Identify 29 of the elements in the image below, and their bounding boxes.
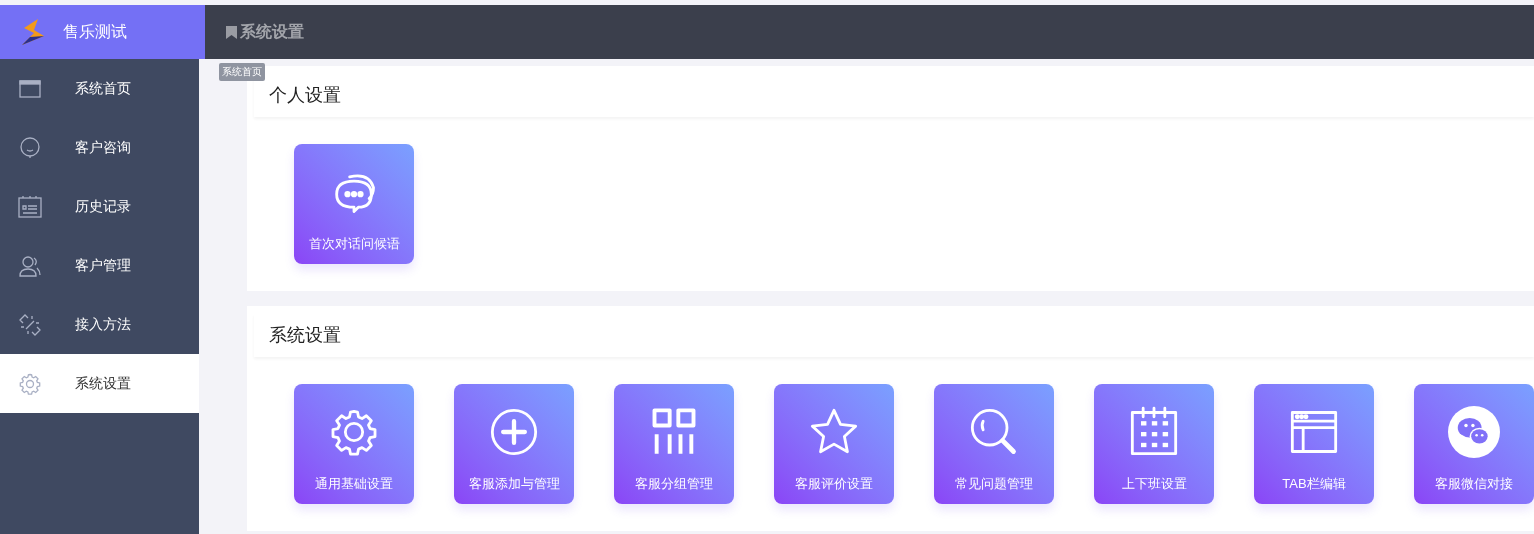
section-title: 个人设置 <box>269 84 341 107</box>
user-icon <box>18 253 42 278</box>
settings-tile[interactable]: 客服微信对接 <box>1414 384 1534 504</box>
settings-tile[interactable]: 首次对话问候语 <box>294 144 414 264</box>
sidebar-item[interactable]: 历史记录 <box>0 177 199 236</box>
settings-tile[interactable]: 客服添加与管理 <box>454 384 574 504</box>
settings-tile[interactable]: 通用基础设置 <box>294 384 414 504</box>
sidebar-item[interactable]: 客户管理 <box>0 236 199 295</box>
section-title: 系统设置 <box>269 324 341 347</box>
sidebar-item[interactable]: 系统首页 <box>0 59 199 118</box>
page-title: 系统设置 <box>240 22 304 42</box>
settings-tile[interactable]: 上下班设置 <box>1094 384 1214 504</box>
list-icon <box>18 194 42 219</box>
plus-circle-icon <box>488 406 540 458</box>
settings-icon <box>18 371 42 396</box>
settings-tile[interactable]: 客服分组管理 <box>614 384 734 504</box>
broken-link-icon <box>18 312 42 337</box>
app-name: 售乐测试 <box>63 22 127 42</box>
sidebar-item[interactable]: 客户咨询 <box>0 118 199 177</box>
calendar-icon <box>1128 406 1180 458</box>
tooltip: 系统首页 <box>219 63 265 81</box>
bookmark-icon <box>226 25 237 39</box>
settings-tile[interactable]: 客服评价设置 <box>774 384 894 504</box>
chat-bubbles-icon <box>1448 406 1500 458</box>
sidebar-item[interactable]: 接入方法 <box>0 295 199 354</box>
settings-tile[interactable]: 常见问题管理 <box>934 384 1054 504</box>
sidebar-item[interactable]: 系统设置 <box>0 354 199 413</box>
smile-icon <box>18 135 42 160</box>
settings-tile[interactable]: TAB栏编辑 <box>1254 384 1374 504</box>
